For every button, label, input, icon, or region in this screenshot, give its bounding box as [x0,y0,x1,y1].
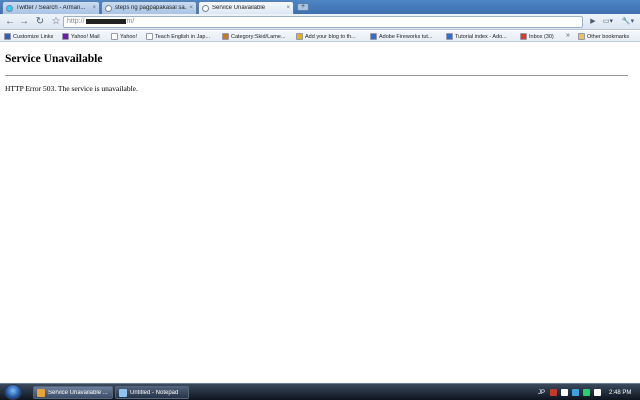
tab-title: Service Unavailable [212,5,266,11]
tab-strip: Twitter / Search - Arman... × steps ng p… [0,0,640,14]
taskbar-item-browser[interactable]: Service Unavailable ... [33,386,113,399]
wiki-icon [222,33,229,40]
arrow-icon[interactable] [561,389,569,396]
taskbar-item-notepad[interactable]: Untitled - Notepad [115,386,189,399]
error-message: HTTP Error 503. The service is unavailab… [5,84,138,93]
bookmark-inbox[interactable]: Inbox (30) [520,32,564,41]
redacted-url-block [85,18,126,24]
address-bar[interactable]: http:// m/ [63,16,583,28]
windows-taskbar: Service Unavailable ... Untitled - Notep… [0,383,640,400]
page-content: Service Unavailable HTTP Error 503. The … [0,42,640,383]
volume-icon[interactable] [583,389,591,396]
notepad-icon [119,388,127,397]
bookmark-other-bookmarks[interactable]: Other bookmarks [578,32,638,41]
antivirus-icon[interactable] [550,389,558,396]
taskbar-item-label: Untitled - Notepad [130,389,179,396]
horizontal-rule [5,75,628,76]
go-arrow-icon[interactable]: ▶ [587,16,599,28]
bookmark-label: Add your blog to th... [305,33,356,40]
bookmark-teach-english[interactable]: Teach English in Jap... [146,32,220,41]
taskbar-item-label: Service Unavailable ... [48,389,108,396]
tab-steps-ng-pagpapakasal[interactable]: steps ng pagpapakasal sa... × [101,1,197,14]
bookmark-yahoo[interactable]: Yahoo! [111,32,143,41]
page-icon [111,33,118,40]
yahoo-mail-icon [62,33,69,40]
chrome-icon [37,388,45,397]
tab-close-icon[interactable]: × [92,5,96,11]
forward-arrow-icon[interactable]: → [18,16,30,28]
bookmark-label: Customize Links [13,33,54,40]
blog-icon [296,33,303,40]
browser-toolbar: ← → ↻ ☆ http:// m/ ▶ ▭▾ 🔧▾ [0,14,640,30]
bookmark-star-icon[interactable]: ☆ [50,16,62,28]
bookmark-adobe-fireworks[interactable]: Adobe Fireworks tut... [370,32,442,41]
bookmark-label: Yahoo! [120,33,138,40]
gmail-icon [520,33,527,40]
bookmark-label: Teach English in Jap... [155,33,211,40]
reload-icon[interactable]: ↻ [34,16,46,28]
bookmark-yahoo-mail[interactable]: Yahoo! Mail [62,32,108,41]
bookmark-label: Other bookmarks [587,33,630,40]
tab-close-icon[interactable]: × [286,5,290,11]
tab-twitter-search[interactable]: Twitter / Search - Arman... × [2,1,100,14]
bookmark-label: Inbox (30) [529,33,554,40]
bookmark-label: Tutorial index - Ado... [455,33,507,40]
page-title: Service Unavailable [5,53,103,65]
bookmarks-bar: Customize Links Yahoo! Mail Yahoo! Teach… [0,31,640,42]
bookmark-label: Adobe Fireworks tut... [379,33,433,40]
twitter-favicon-icon [6,4,13,12]
action-center-icon[interactable] [594,389,602,396]
language-indicator[interactable]: JP [538,390,545,396]
tab-service-unavailable[interactable]: Service Unavailable × [198,1,294,14]
page-favicon-icon [105,4,112,12]
system-tray: JP 2:48 PM [538,386,638,399]
tab-close-icon[interactable]: × [189,5,193,11]
bookmarks-overflow-chevron[interactable]: » [566,32,570,39]
loading-favicon-icon [202,4,209,12]
page-menu-icon[interactable]: ▭▾ [600,16,616,28]
bookmark-category-skid[interactable]: Category:Skid/Lame... [222,32,294,41]
folder-icon [578,33,585,40]
bookmark-add-your-blog[interactable]: Add your blog to th... [296,32,366,41]
tutorial-site-icon [370,33,377,40]
customize-links-icon [4,33,11,40]
bookmark-label: Yahoo! Mail [71,33,100,40]
back-arrow-icon[interactable]: ← [4,16,16,28]
url-suffix: m/ [126,18,135,25]
network-icon[interactable] [572,389,580,396]
clock[interactable]: 2:48 PM [609,390,631,396]
new-tab-button[interactable]: + [297,3,309,11]
url-prefix: http:// [67,18,85,25]
bookmark-customize-links[interactable]: Customize Links [4,32,60,41]
page-icon [146,33,153,40]
wrench-menu-icon[interactable]: 🔧▾ [619,16,637,28]
start-button[interactable] [4,384,22,400]
tab-title: Twitter / Search - Arman... [16,5,86,11]
tab-title: steps ng pagpapakasal sa... [115,5,188,11]
bookmark-tutorial-index[interactable]: Tutorial index - Ado... [446,32,518,41]
tutorial-site-icon [446,33,453,40]
bookmark-label: Category:Skid/Lame... [231,33,286,40]
